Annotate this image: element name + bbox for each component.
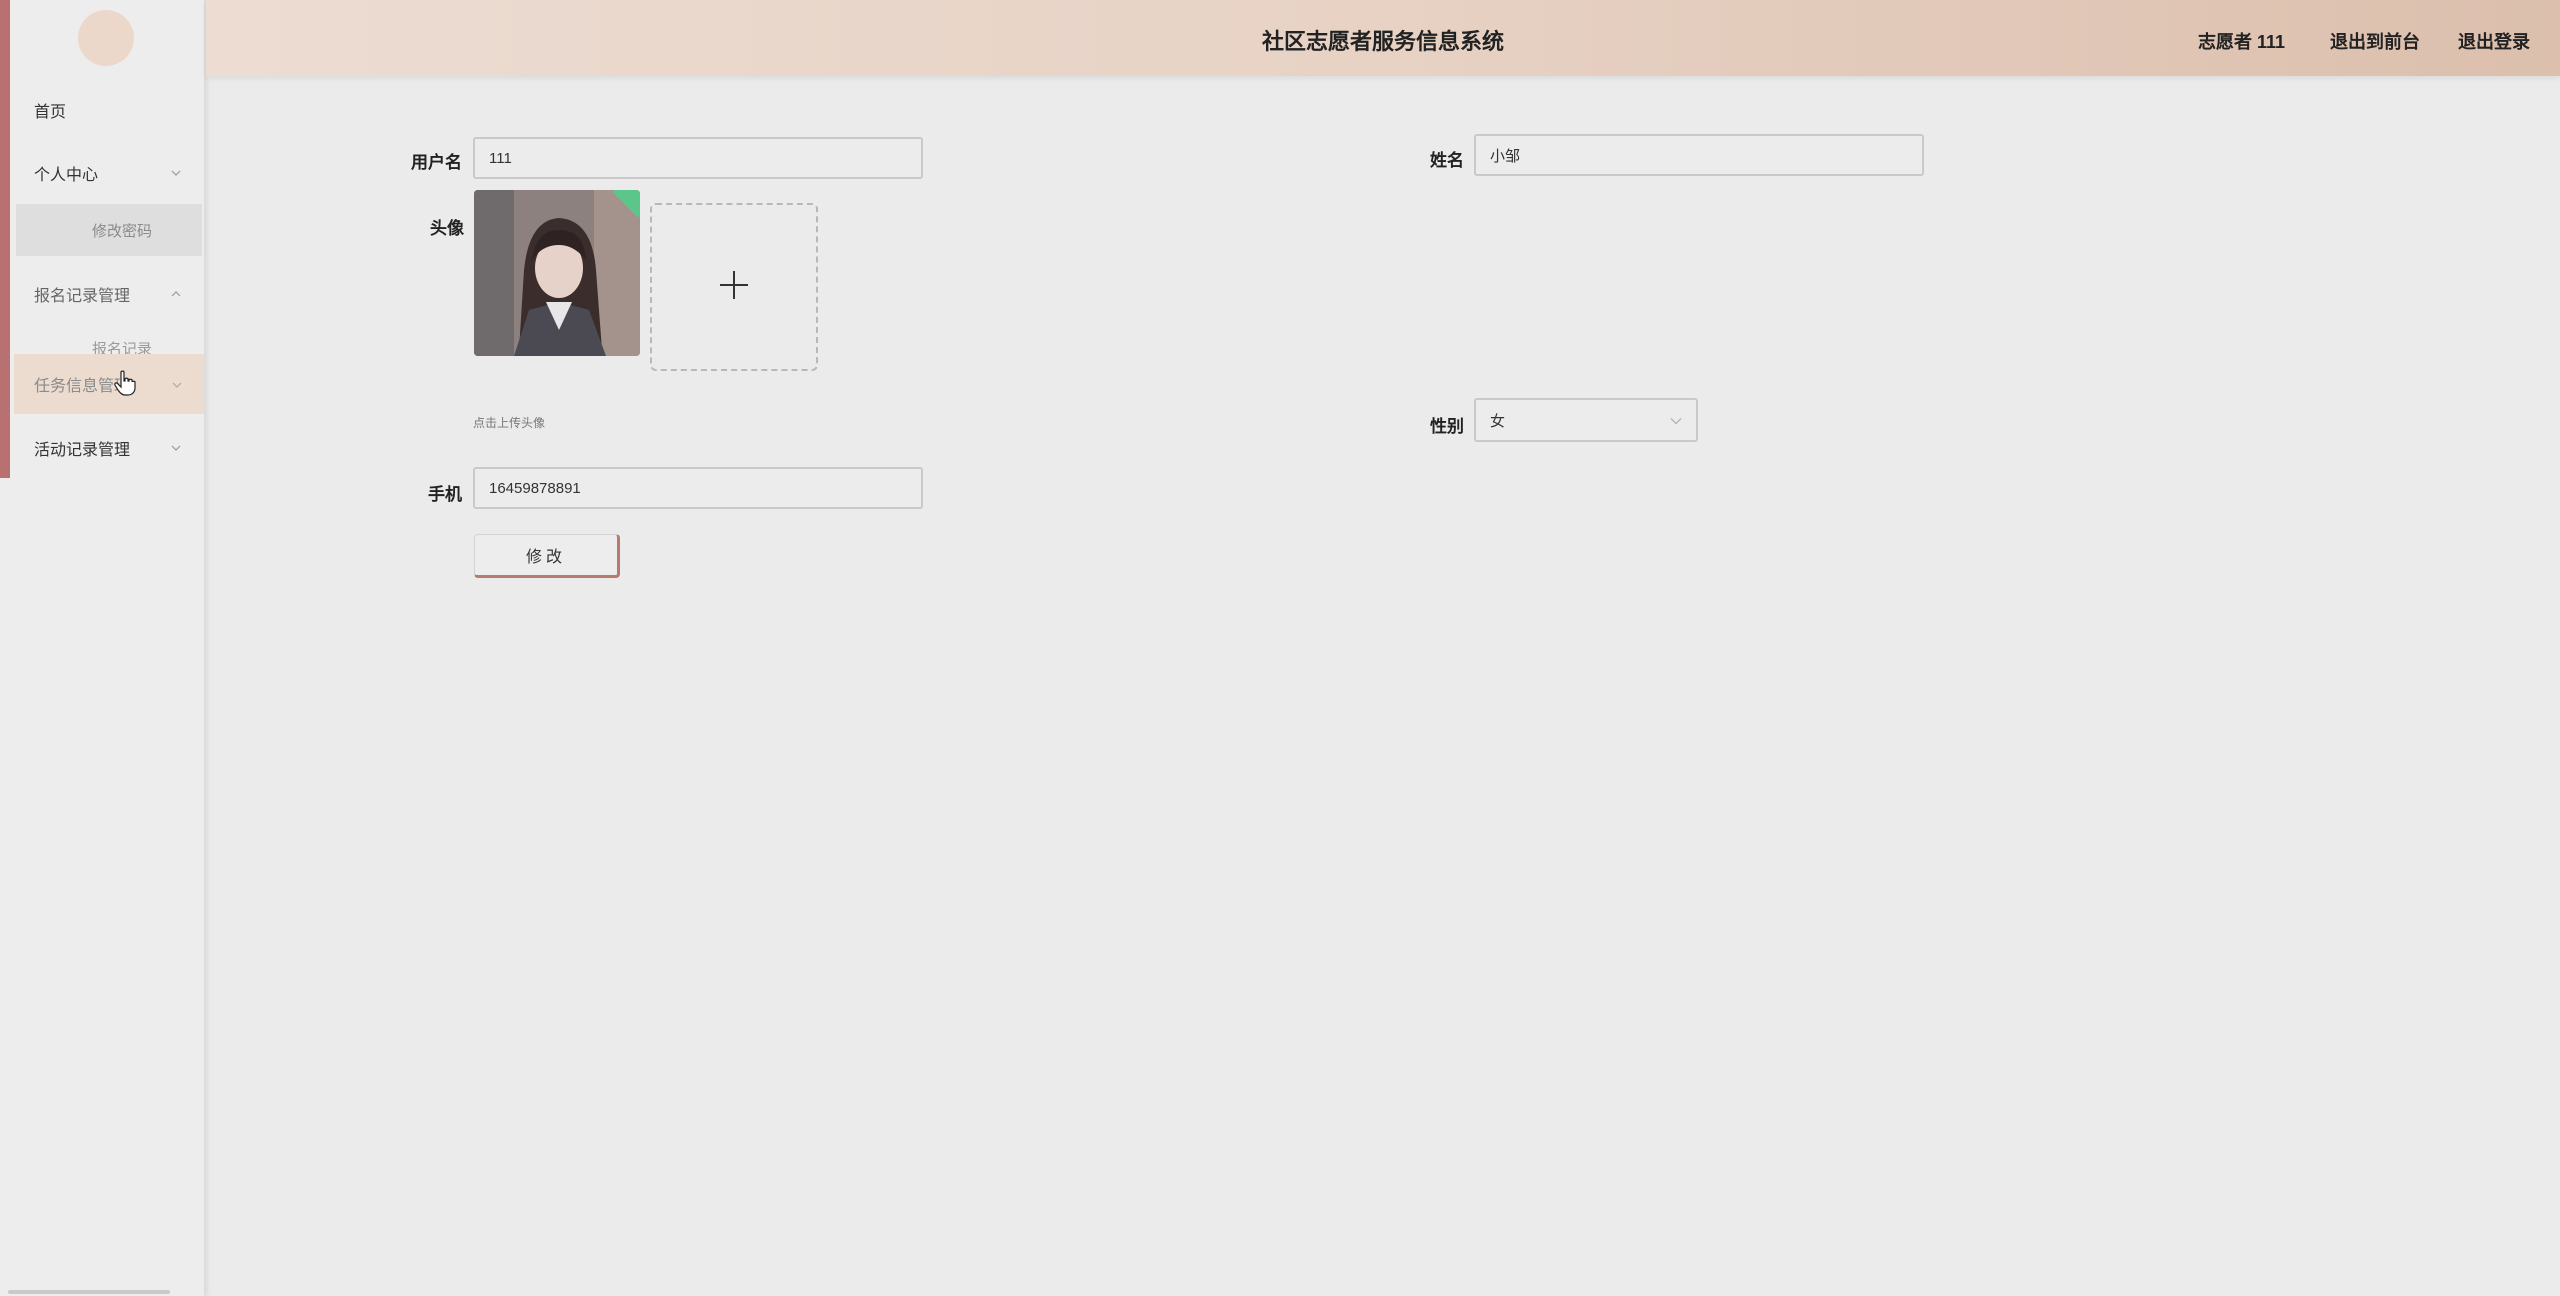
gender-label: 性别: [1430, 417, 1464, 436]
sidebar-item-personal-center[interactable]: 个人中心: [0, 151, 204, 195]
back-to-front-link[interactable]: 退出到前台: [2330, 28, 2420, 54]
name-field[interactable]: 小邹: [1474, 134, 1924, 176]
gender-select[interactable]: 女: [1474, 398, 1698, 442]
phone-field[interactable]: 16459878891: [473, 467, 923, 509]
sidebar-item-label: 活动记录管理: [34, 442, 131, 459]
sidebar-item-label: 首页: [34, 104, 67, 121]
chevron-down-icon: [1670, 412, 1682, 429]
hand-cursor-icon: [114, 370, 136, 396]
sidebar-item-label: 报名记录管理: [34, 288, 131, 305]
username-field[interactable]: 111: [473, 137, 923, 179]
sidebar-item-task-management[interactable]: 任务信息管理: [14, 354, 204, 414]
username-label: 用户名: [411, 153, 462, 172]
submit-button[interactable]: 修改: [474, 534, 620, 578]
chevron-down-icon: [170, 167, 182, 179]
sidebar: 首页 个人中心 修改密码 报名记录管理 报名记录 任务信息管理 活动记录管理: [0, 0, 205, 1296]
sidebar-scrollbar[interactable]: [8, 1290, 170, 1294]
avatar-image[interactable]: [474, 190, 640, 356]
top-header: 社区志愿者服务信息系统 志愿者 111 退出到前台 退出登录: [206, 0, 2560, 76]
sidebar-item-registration-management[interactable]: 报名记录管理: [0, 272, 204, 316]
logo-avatar: [78, 10, 134, 66]
sidebar-accent-bar: [0, 0, 10, 478]
sidebar-item-label: 修改密码: [92, 222, 153, 240]
name-label: 姓名: [1430, 151, 1464, 170]
chevron-down-icon: [172, 375, 182, 393]
user-label: 志愿者 111: [2198, 32, 2286, 52]
chevron-down-icon: [170, 442, 182, 454]
gender-value: 女: [1490, 412, 1506, 430]
sidebar-item-change-password[interactable]: 修改密码: [16, 204, 202, 256]
plus-icon: [718, 269, 750, 306]
sidebar-item-home[interactable]: 首页: [0, 88, 204, 132]
avatar-upload-button[interactable]: [650, 203, 818, 371]
logout-link[interactable]: 退出登录: [2458, 28, 2530, 54]
phone-label: 手机: [428, 485, 462, 504]
upload-hint: 点击上传头像: [473, 416, 546, 430]
avatar-label: 头像: [430, 219, 464, 238]
sidebar-item-label: 个人中心: [34, 167, 99, 184]
chevron-up-icon: [170, 288, 182, 300]
sidebar-item-activity-management[interactable]: 活动记录管理: [0, 426, 204, 470]
